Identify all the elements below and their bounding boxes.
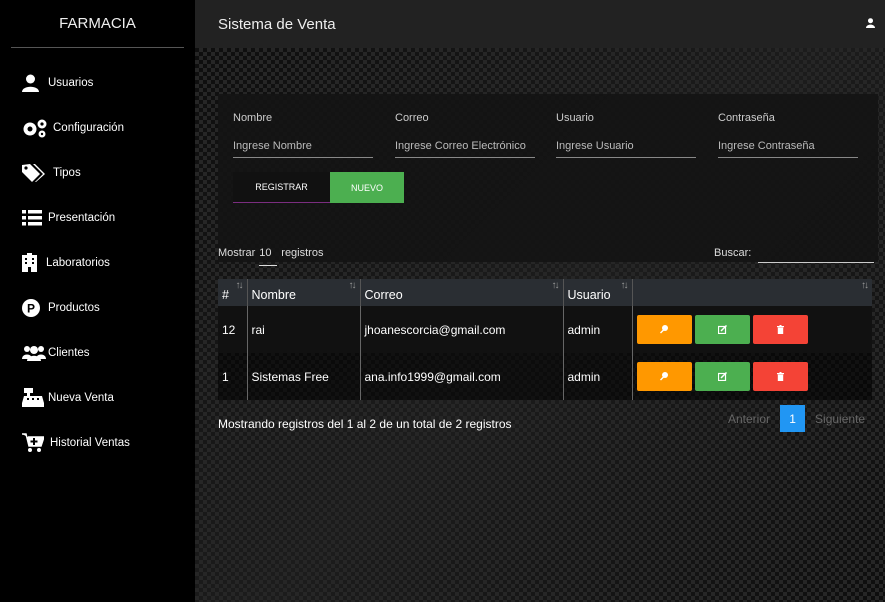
page-title: Sistema de Venta (218, 15, 336, 33)
show-suffix: registros (281, 247, 324, 259)
table-row: 12 rai jhoanescorcia@gmail.com admin (218, 306, 872, 353)
delete-button[interactable] (752, 315, 808, 344)
sort-icon: ↑↓ (235, 280, 244, 291)
cell-id: 12 (218, 306, 248, 353)
cell-actions (632, 353, 872, 400)
key-icon (660, 372, 668, 381)
sort-icon: ↑↓ (861, 280, 869, 291)
trash-icon (776, 372, 784, 381)
key-icon (660, 325, 668, 334)
sidebar-nav: Usuarios Configuración Tipos Presentació… (0, 60, 195, 465)
delete-button[interactable] (752, 362, 808, 391)
correo-input[interactable] (395, 134, 535, 158)
usuario-input[interactable] (556, 134, 696, 158)
cell-id: 1 (218, 353, 248, 400)
table-header-row: # ↑↓ Nombre ↑↓ Correo ↑↓ Usuario ↑↓ ↑↓ (218, 279, 872, 306)
contrasena-label: Contraseña (718, 112, 775, 124)
table-info: Mostrando registros del 1 al 2 de un tot… (218, 417, 512, 431)
topbar: Sistema de Venta (195, 0, 885, 48)
cart-plus-icon (22, 432, 50, 454)
building-icon (22, 252, 46, 274)
cash-register-icon (22, 387, 48, 409)
sidebar-item-configuracion[interactable]: Configuración (0, 105, 195, 150)
cell-correo: ana.info1999@gmail.com (360, 353, 564, 400)
pagination: Anterior 1 Siguiente (728, 405, 865, 432)
sidebar-item-label: Presentación (48, 211, 116, 224)
list-icon (22, 207, 48, 229)
users-icon (22, 342, 48, 364)
cell-nombre: Sistemas Free (247, 353, 361, 400)
edit-button[interactable] (694, 362, 750, 391)
svg-text:P: P (27, 301, 35, 315)
cell-usuario: admin (563, 353, 633, 400)
edit-button[interactable] (694, 315, 750, 344)
product-icon: P (22, 297, 48, 319)
sidebar-item-label: Productos (48, 301, 100, 314)
sidebar-item-tipos[interactable]: Tipos (0, 150, 195, 195)
show-prefix: Mostrar (218, 247, 256, 259)
page-length-select[interactable]: 10 (259, 247, 278, 266)
cell-usuario: admin (563, 306, 633, 353)
col-nombre-header[interactable]: Nombre ↑↓ (247, 279, 361, 306)
nombre-label: Nombre (233, 112, 273, 124)
tags-icon (22, 162, 53, 184)
new-button[interactable]: NUEVO (330, 172, 404, 203)
sidebar-item-productos[interactable]: P Productos (0, 285, 195, 330)
usuario-label: Usuario (556, 112, 594, 124)
edit-icon (717, 372, 727, 381)
prev-page-button[interactable]: Anterior (728, 412, 770, 426)
sidebar-item-laboratorios[interactable]: Laboratorios (0, 240, 195, 285)
cell-nombre: rai (247, 306, 361, 353)
cell-correo: jhoanescorcia@gmail.com (360, 306, 564, 353)
reset-password-button[interactable] (636, 315, 692, 344)
table-row: 1 Sistemas Free ana.info1999@gmail.com a… (218, 353, 872, 400)
sidebar-item-label: Clientes (48, 346, 90, 359)
sidebar: FARMACIA Usuarios Configuración Tipos Pr… (0, 0, 195, 602)
sidebar-item-presentacion[interactable]: Presentación (0, 195, 195, 240)
col-correo-header[interactable]: Correo ↑↓ (360, 279, 564, 306)
user-icon[interactable] (866, 15, 875, 33)
table-search: Buscar: (714, 245, 874, 263)
sidebar-item-label: Historial Ventas (50, 436, 130, 449)
cell-actions (632, 306, 872, 353)
brand-title[interactable]: FARMACIA (11, 0, 184, 48)
contrasena-input[interactable] (718, 134, 858, 158)
sidebar-item-label: Configuración (53, 121, 124, 134)
users-table: # ↑↓ Nombre ↑↓ Correo ↑↓ Usuario ↑↓ ↑↓ 12 ra… (218, 279, 872, 400)
sort-icon: ↑↓ (551, 280, 560, 291)
sidebar-item-clientes[interactable]: Clientes (0, 330, 195, 375)
gears-icon (22, 117, 53, 139)
col-usuario-header[interactable]: Usuario ↑↓ (563, 279, 633, 306)
user-icon (22, 72, 48, 94)
col-id-header[interactable]: # ↑↓ (218, 279, 248, 306)
correo-label: Correo (395, 112, 429, 124)
trash-icon (776, 325, 784, 334)
next-page-button[interactable]: Siguiente (815, 412, 865, 426)
sidebar-item-label: Nueva Venta (48, 391, 114, 404)
sort-icon: ↑↓ (620, 280, 629, 291)
page-length-control: Mostrar 10 registros (218, 247, 323, 266)
sidebar-item-historial-ventas[interactable]: Historial Ventas (0, 420, 195, 465)
nombre-input[interactable] (233, 134, 373, 158)
user-form: Nombre Correo Usuario Contraseña REGISTR… (218, 94, 878, 262)
sidebar-item-label: Laboratorios (46, 256, 110, 269)
sidebar-item-label: Usuarios (48, 76, 94, 89)
search-label: Buscar: (714, 247, 752, 259)
edit-icon (717, 325, 727, 334)
sidebar-item-nueva-venta[interactable]: Nueva Venta (0, 375, 195, 420)
search-input[interactable] (758, 245, 874, 263)
sidebar-item-label: Tipos (53, 166, 81, 179)
main-content: Nombre Correo Usuario Contraseña REGISTR… (195, 48, 885, 602)
sort-icon: ↑↓ (348, 280, 357, 291)
sidebar-item-usuarios[interactable]: Usuarios (0, 60, 195, 105)
page-1-button[interactable]: 1 (780, 405, 806, 432)
register-button[interactable]: REGISTRAR (233, 172, 330, 203)
col-actions-header[interactable]: ↑↓ (632, 279, 872, 306)
reset-password-button[interactable] (636, 362, 692, 391)
